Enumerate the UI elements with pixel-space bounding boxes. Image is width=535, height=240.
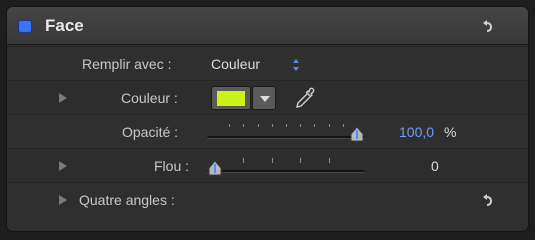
- slider-tick: [272, 158, 273, 163]
- slider-tick: [343, 124, 344, 127]
- color-row: Couleur :: [7, 80, 528, 114]
- opacity-value[interactable]: 100,0: [399, 124, 434, 140]
- four-corners-row: Quatre angles :: [7, 182, 528, 231]
- opacity-slider-track: [207, 136, 365, 139]
- panel-header: Face: [7, 7, 528, 45]
- four-corners-disclosure-triangle[interactable]: [59, 195, 67, 205]
- color-disclosure-triangle[interactable]: [59, 93, 67, 103]
- blur-disclosure-triangle[interactable]: [59, 161, 67, 171]
- color-label: Couleur :: [121, 90, 178, 106]
- popup-arrows-icon[interactable]: [292, 58, 300, 72]
- slider-tick: [229, 124, 230, 127]
- slider-tick: [329, 124, 330, 127]
- panel-title: Face: [45, 16, 84, 35]
- slider-tick: [243, 158, 244, 163]
- blur-slider[interactable]: [207, 157, 365, 179]
- opacity-label: Opacité :: [122, 124, 179, 140]
- slider-tick: [329, 158, 330, 163]
- color-menu-button[interactable]: [252, 86, 276, 110]
- enable-checkbox[interactable]: [19, 21, 31, 32]
- slider-tick: [286, 124, 287, 127]
- slider-tick: [300, 158, 301, 163]
- blur-slider-track: [207, 170, 365, 173]
- slider-tick: [314, 124, 315, 127]
- opacity-row: Opacité : 100,0 %: [7, 114, 528, 148]
- reset-arrow-icon[interactable]: [479, 18, 495, 34]
- slider-tick: [272, 124, 273, 127]
- four-corners-label: Quatre angles :: [79, 192, 175, 208]
- fill-with-row: Remplir avec : Couleur: [7, 46, 528, 80]
- fill-with-popup[interactable]: Couleur: [211, 56, 260, 72]
- face-panel: Face Remplir avec : Couleur Couleur : Op…: [6, 6, 529, 232]
- fill-with-label: Remplir avec :: [82, 56, 172, 72]
- reset-arrow-icon[interactable]: [479, 192, 495, 208]
- slider-tick: [300, 124, 301, 127]
- color-swatch: [217, 91, 245, 106]
- slider-tick: [258, 124, 259, 127]
- opacity-slider[interactable]: [207, 123, 365, 145]
- blur-label: Flou :: [154, 158, 190, 174]
- eyedropper-icon[interactable]: [292, 85, 318, 111]
- slider-tick: [243, 124, 244, 127]
- blur-slider-thumb[interactable]: [207, 160, 223, 176]
- blur-value[interactable]: 0: [431, 158, 439, 174]
- color-well[interactable]: [211, 86, 251, 110]
- blur-row: Flou : 0: [7, 148, 528, 182]
- opacity-unit: %: [444, 124, 457, 140]
- opacity-slider-thumb[interactable]: [349, 126, 365, 142]
